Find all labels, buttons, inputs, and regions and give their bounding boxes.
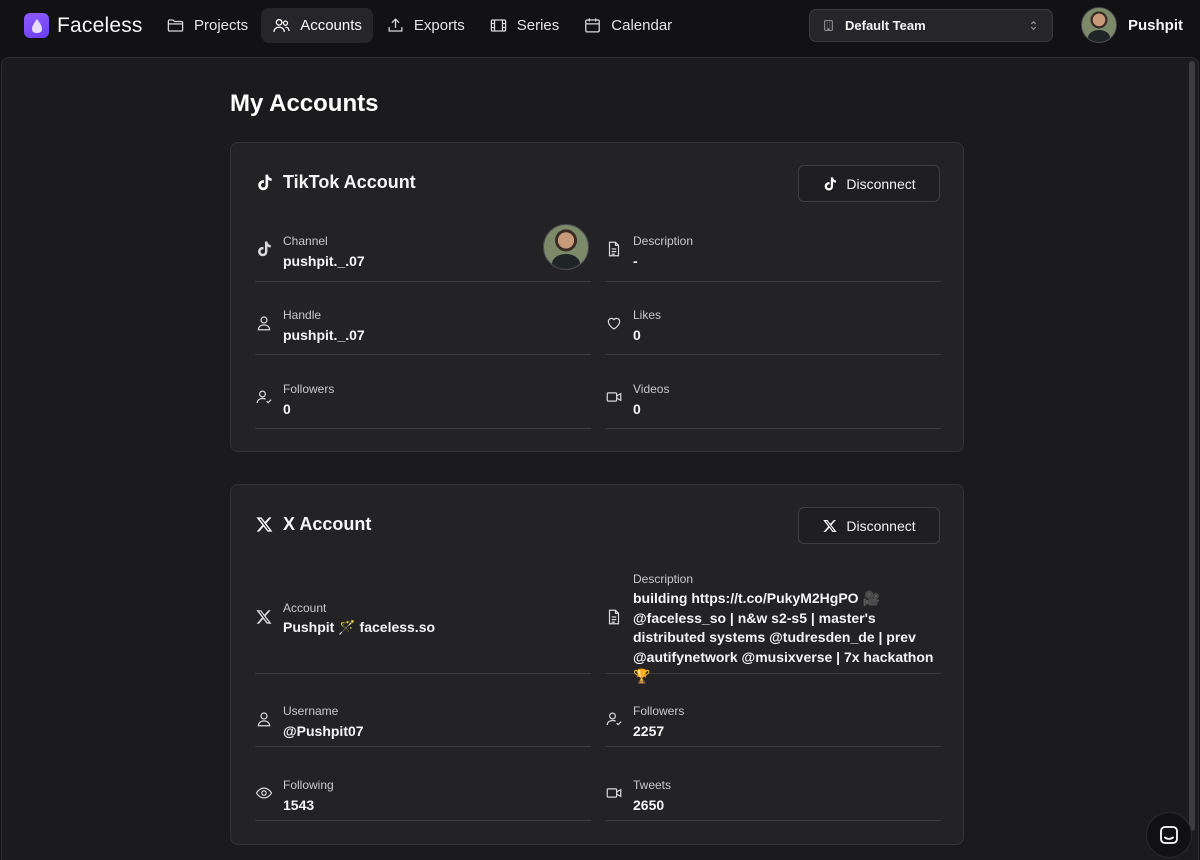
- tiktok-card-header: TikTok Account: [255, 172, 416, 193]
- nav-label-calendar: Calendar: [611, 17, 673, 34]
- tiktok-channel-avatar: [543, 224, 589, 270]
- x-username-value: @Pushpit07: [283, 723, 364, 739]
- x-following-label: Following: [283, 778, 334, 792]
- user-name: Pushpit: [1128, 16, 1183, 34]
- nav-item-calendar[interactable]: Calendar: [572, 8, 683, 43]
- x-description-label: Description: [633, 572, 694, 586]
- nav-item-projects[interactable]: Projects: [155, 8, 259, 43]
- x-disconnect-button[interactable]: Disconnect: [798, 507, 940, 544]
- tiktok-description-label: Description: [633, 234, 694, 248]
- page-title: My Accounts: [230, 90, 379, 117]
- users-icon: [273, 18, 290, 32]
- folder-icon: [167, 19, 184, 32]
- chevron-up-down-icon: [1030, 20, 1037, 31]
- x-tweets-value: 2650: [633, 797, 665, 813]
- tiktok-channel-label: Channel: [283, 234, 328, 248]
- tiktok-followers-value: 0: [283, 401, 291, 417]
- tiktok-followers-field: Followers 0: [255, 371, 591, 429]
- tiktok-description-field: Description -: [605, 223, 941, 282]
- x-description-field: Description building https://t.co/PukyM2…: [605, 565, 941, 684]
- eye-icon: [255, 787, 273, 799]
- document-icon: [608, 609, 620, 625]
- nav-label-projects: Projects: [194, 17, 249, 34]
- brand-name: Faceless: [57, 13, 143, 37]
- tiktok-icon: [258, 241, 271, 257]
- x-description-value: building https://t.co/PukyM2HgPO 🎥 @face…: [633, 590, 934, 684]
- x-followers-field: Followers 2257: [605, 689, 941, 747]
- x-following-field: Following 1543: [255, 763, 591, 821]
- x-account-label: Account: [283, 601, 327, 615]
- team-select-value: Default Team: [845, 18, 926, 33]
- user-icon: [257, 712, 271, 727]
- upload-icon: [388, 18, 403, 32]
- tiktok-videos-label: Videos: [633, 382, 670, 396]
- tiktok-likes-value: 0: [633, 327, 641, 343]
- x-tweets-label: Tweets: [633, 778, 672, 792]
- tiktok-likes-label: Likes: [633, 308, 662, 322]
- x-disconnect-label: Disconnect: [846, 517, 916, 534]
- scrollbar-thumb[interactable]: [1189, 61, 1195, 831]
- nav-label-accounts: Accounts: [300, 17, 362, 34]
- brand[interactable]: Faceless: [24, 13, 143, 38]
- x-username-label: Username: [283, 704, 339, 718]
- x-username-field: Username @Pushpit07: [255, 689, 591, 747]
- x-account-value: Pushpit 🪄 faceless.so: [283, 619, 436, 635]
- tiktok-card-title: TikTok Account: [283, 172, 416, 192]
- nav-item-accounts[interactable]: Accounts: [261, 8, 373, 43]
- tiktok-icon: [258, 174, 272, 191]
- x-logo-icon: [823, 519, 838, 532]
- x-followers-label: Followers: [633, 704, 685, 718]
- tiktok-likes-field: Likes 0: [605, 297, 941, 355]
- tiktok-followers-label: Followers: [283, 382, 335, 396]
- faceless-logo-icon: [24, 13, 49, 38]
- tiktok-handle-value: pushpit._.07: [283, 327, 365, 343]
- film-icon: [490, 19, 507, 32]
- video-icon: [606, 788, 622, 798]
- user-icon: [257, 316, 271, 331]
- main-nav: Projects Accounts Exports Series Calenda…: [155, 8, 683, 43]
- team-select[interactable]: Default Team: [809, 9, 1053, 42]
- tiktok-handle-label: Handle: [283, 308, 322, 322]
- nav-item-series[interactable]: Series: [478, 8, 571, 43]
- video-icon: [606, 392, 622, 402]
- user-check-icon: [606, 712, 622, 726]
- tiktok-videos-value: 0: [633, 401, 641, 417]
- x-card-title: X Account: [283, 514, 372, 534]
- x-followers-value: 2257: [633, 723, 665, 739]
- nav-label-series: Series: [516, 17, 560, 34]
- tiktok-disconnect-button[interactable]: Disconnect: [798, 165, 940, 202]
- chat-icon: [1160, 826, 1178, 844]
- user-check-icon: [256, 390, 272, 404]
- tiktok-channel-value: pushpit._.07: [283, 253, 365, 269]
- x-logo-icon: [256, 610, 272, 624]
- tiktok-account-card: TikTok Account Disconnect Channel pushpi…: [230, 142, 964, 452]
- main-scrollbar[interactable]: [1186, 58, 1197, 860]
- heart-icon: [607, 317, 621, 330]
- calendar-icon: [585, 18, 601, 33]
- x-logo-icon: [256, 517, 273, 532]
- x-card-header: X Account: [255, 514, 371, 535]
- x-account-card: X Account Disconnect Account Pushpit 🪄 f…: [230, 484, 964, 845]
- x-tweets-field: Tweets 2650: [605, 763, 941, 821]
- tiktok-channel-field: Channel pushpit._.07: [255, 223, 591, 282]
- tiktok-handle-field: Handle pushpit._.07: [255, 297, 591, 355]
- user-menu[interactable]: Pushpit: [1081, 7, 1183, 43]
- nav-label-exports: Exports: [413, 17, 465, 34]
- chat-widget-button[interactable]: [1146, 812, 1192, 858]
- tiktok-videos-field: Videos 0: [605, 371, 941, 429]
- main-content: My Accounts TikTok Account Disconnect Ch…: [1, 57, 1199, 860]
- user-avatar: [1081, 7, 1117, 43]
- building-icon: [824, 20, 833, 31]
- tiktok-icon: [825, 176, 837, 190]
- x-following-value: 1543: [283, 797, 315, 813]
- tiktok-description-value: -: [633, 253, 638, 269]
- tiktok-disconnect-label: Disconnect: [846, 175, 916, 192]
- x-account-field: Account Pushpit 🪄 faceless.so: [255, 565, 591, 674]
- document-icon: [608, 241, 620, 257]
- top-navigation-bar: Faceless Projects Accounts Exports Serie…: [0, 0, 1200, 56]
- nav-item-exports[interactable]: Exports: [375, 8, 476, 43]
